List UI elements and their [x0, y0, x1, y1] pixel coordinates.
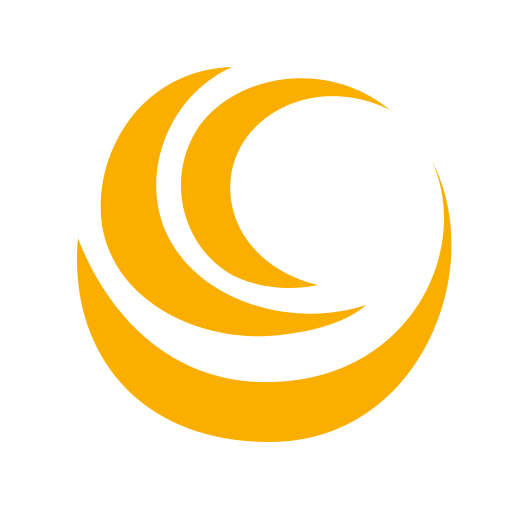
inner-crescent-icon [181, 78, 390, 288]
crescent-swirl-logo-icon [76, 67, 452, 442]
logo-canvas [0, 0, 512, 512]
